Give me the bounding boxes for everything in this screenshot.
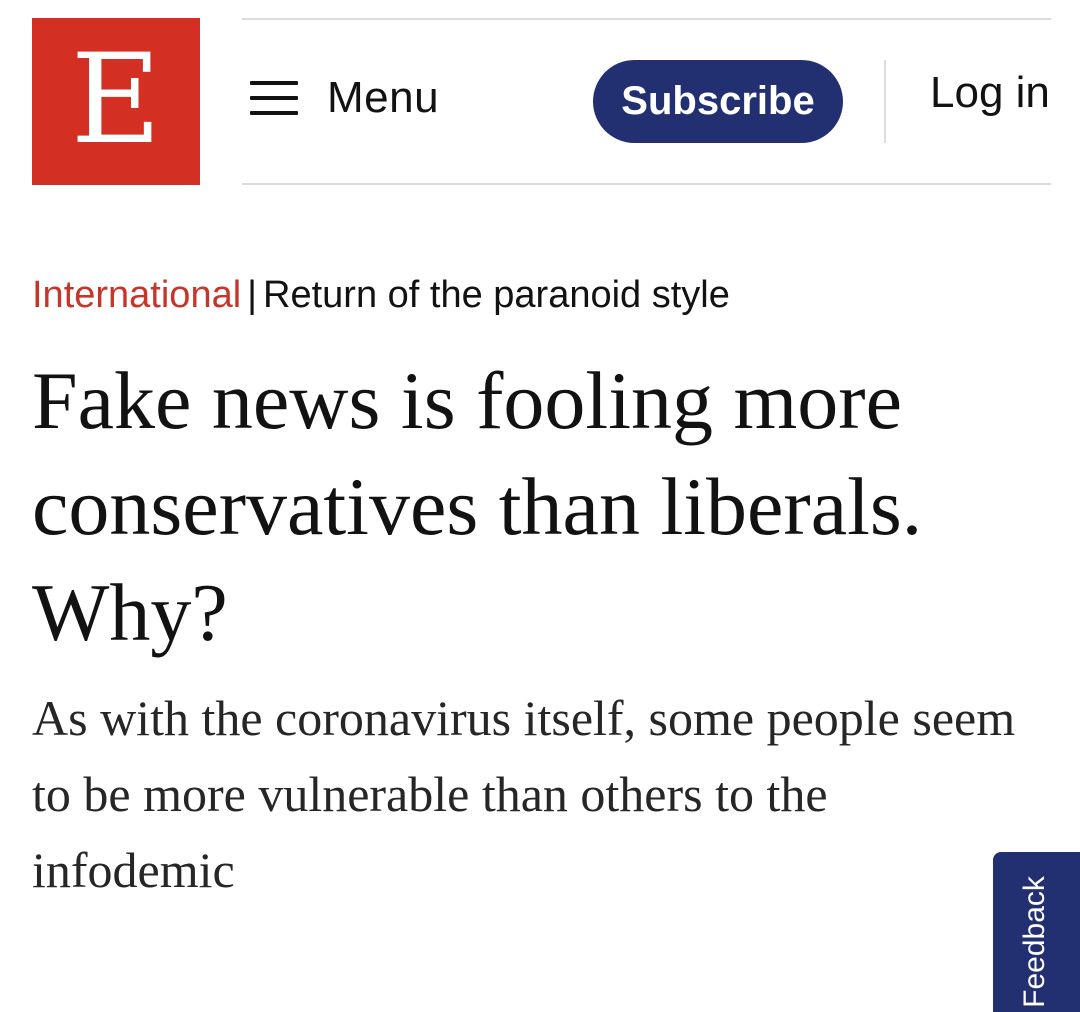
menu-button[interactable]: Menu	[250, 70, 439, 126]
feedback-tab[interactable]: Feedback	[993, 852, 1080, 1012]
nav-vertical-divider	[884, 60, 886, 143]
subscribe-button[interactable]: Subscribe	[593, 60, 843, 143]
rubric-separator: |	[247, 274, 258, 316]
feedback-label: Feedback	[1018, 876, 1051, 1008]
article-headline: Fake news is fooling more conservatives …	[32, 355, 923, 658]
article-flytitle: Return of the paranoid style	[263, 274, 730, 316]
article-rubric: International | Return of the paranoid sty…	[32, 274, 730, 317]
nav-bottom-divider	[242, 183, 1051, 185]
login-link[interactable]: Log in	[930, 68, 1050, 118]
logo-letter: E	[70, 27, 162, 172]
article-standfirst: As with the coronavirus itself, some peo…	[32, 690, 1016, 898]
hamburger-menu-icon	[250, 81, 298, 115]
menu-label: Menu	[327, 73, 440, 122]
nav-top-divider	[242, 18, 1051, 20]
section-link[interactable]: International	[32, 274, 241, 316]
economist-logo[interactable]: E	[32, 18, 200, 185]
